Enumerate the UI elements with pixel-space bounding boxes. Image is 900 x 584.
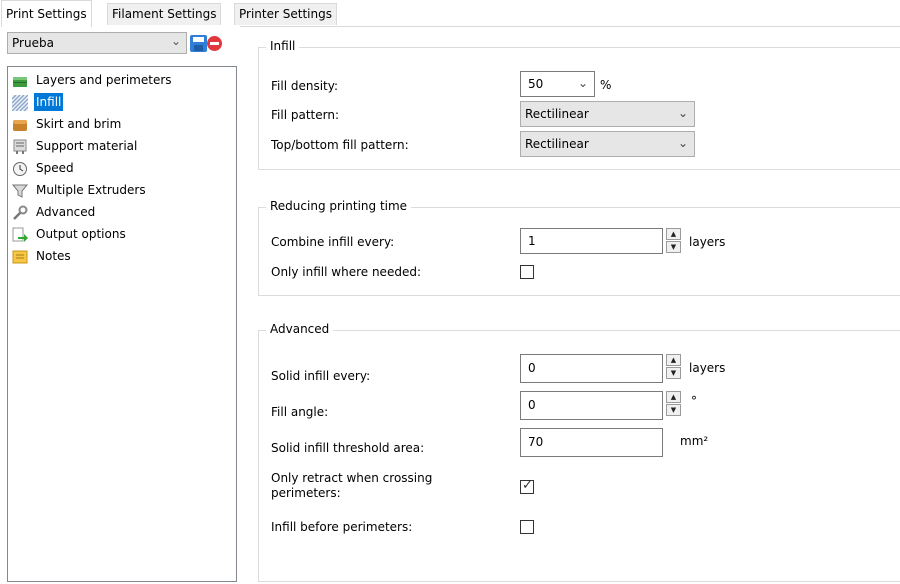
layers-icon (13, 77, 27, 87)
solid-infill-every-spinner[interactable]: ▲ ▼ (666, 354, 681, 380)
support-material-icon (13, 139, 27, 154)
chevron-down-icon: ⌄ (577, 76, 588, 90)
group-title-advanced: Advanced (266, 322, 334, 336)
combine-infill-label: Combine infill every: (271, 235, 395, 249)
wrench-icon (13, 205, 28, 220)
tree-item-label: Output options (36, 227, 126, 241)
reducing-printing-time-group: Reducing printing time Combine infill ev… (258, 199, 900, 296)
output-arrow-icon (12, 227, 28, 242)
infill-icon (12, 95, 28, 111)
spin-up-icon[interactable]: ▲ (666, 354, 681, 366)
spin-down-icon[interactable]: ▼ (666, 367, 681, 379)
chevron-down-icon: ⌄ (677, 106, 688, 120)
fill-density-combo[interactable]: 50 ⌄ (520, 71, 595, 97)
solid-infill-threshold-input[interactable]: 70 (520, 428, 663, 457)
group-title-reducing-printing-time: Reducing printing time (266, 199, 412, 213)
combine-infill-value: 1 (528, 234, 536, 248)
solid-infill-every-input[interactable]: 0 (520, 354, 663, 383)
fill-angle-label: Fill angle: (271, 405, 329, 419)
settings-category-tree: Layers and perimeters Infill Skirt and b… (7, 66, 237, 582)
fill-pattern-select[interactable]: Rectilinear ⌄ (520, 101, 695, 127)
fill-density-unit: % (600, 78, 612, 92)
advanced-group: Advanced Solid infill every: 0 ▲ ▼ layer… (258, 322, 900, 582)
only-retract-crossing-perimeters-checkbox[interactable]: ✓ (520, 478, 534, 494)
top-bottom-fill-pattern-label: Top/bottom fill pattern: (271, 138, 409, 152)
solid-infill-every-label: Solid infill every: (271, 369, 371, 383)
tree-item-label: Layers and perimeters (36, 73, 172, 87)
fill-angle-input[interactable]: 0 (520, 391, 663, 420)
solid-infill-threshold-value: 70 (528, 435, 544, 449)
save-preset-icon[interactable] (190, 35, 207, 52)
solid-infill-every-value: 0 (528, 361, 536, 375)
solid-infill-threshold-label: Solid infill threshold area: (271, 441, 425, 455)
fill-angle-spinner[interactable]: ▲ ▼ (666, 391, 681, 417)
spin-down-icon[interactable]: ▼ (666, 241, 681, 253)
only-infill-where-needed-checkbox[interactable] (520, 265, 534, 279)
spin-up-icon[interactable]: ▲ (666, 391, 681, 403)
fill-pattern-label: Fill pattern: (271, 108, 339, 122)
top-bottom-fill-pattern-select[interactable]: Rectilinear ⌄ (520, 131, 695, 157)
tab-printer-settings[interactable]: Printer Settings (234, 3, 337, 25)
speed-clock-icon (13, 162, 27, 176)
tree-item-label: Advanced (36, 205, 96, 219)
spin-up-icon[interactable]: ▲ (666, 228, 681, 240)
group-title-infill: Infill (266, 39, 300, 53)
combine-infill-input[interactable]: 1 (520, 228, 663, 254)
skirt-brim-icon (13, 120, 27, 131)
left-pane: Prueba ⌄ Layers and perimeters Infill Sk… (0, 26, 240, 584)
only-infill-where-needed-label: Only infill where needed: (271, 265, 421, 279)
fill-density-label: Fill density: (271, 79, 339, 93)
settings-pane: Infill Fill density: 50 ⌄ % Fill pattern… (240, 26, 900, 584)
fill-angle-unit: ° (691, 394, 697, 408)
infill-before-perimeters-checkbox[interactable] (520, 520, 534, 534)
infill-group: Infill Fill density: 50 ⌄ % Fill pattern… (258, 39, 900, 170)
infill-before-perimeters-label: Infill before perimeters: (271, 520, 413, 534)
tab-print-settings[interactable]: Print Settings (1, 0, 92, 27)
funnel-icon (12, 184, 28, 198)
preset-value: Prueba (12, 36, 54, 50)
checkmark-icon: ✓ (522, 478, 533, 493)
delete-preset-icon[interactable] (207, 36, 222, 51)
notes-icon (12, 250, 28, 264)
fill-pattern-value: Rectilinear (525, 107, 589, 121)
tree-item-label: Skirt and brim (36, 117, 122, 131)
tree-item-label: Support material (36, 139, 138, 153)
preset-select[interactable]: Prueba ⌄ (7, 32, 187, 54)
combine-infill-unit: layers (689, 235, 726, 249)
chevron-down-icon: ⌄ (170, 34, 181, 48)
solid-infill-every-unit: layers (689, 361, 726, 375)
tree-item-label: Speed (36, 161, 74, 175)
only-retract-label-line1: Only retract when crossing (271, 471, 433, 485)
tree-item-label: Notes (36, 249, 71, 263)
tree-item-label: Infill (34, 93, 64, 111)
tree-item-label: Multiple Extruders (36, 183, 146, 197)
settings-tab-bar: Print Settings Filament Settings Printer… (0, 0, 900, 27)
fill-angle-value: 0 (528, 398, 536, 412)
fill-density-value: 50 (528, 77, 544, 91)
spin-down-icon[interactable]: ▼ (666, 404, 681, 416)
combine-infill-spinner[interactable]: ▲ ▼ (666, 228, 681, 254)
chevron-down-icon: ⌄ (677, 136, 688, 150)
tab-filament-settings[interactable]: Filament Settings (107, 3, 222, 25)
top-bottom-fill-pattern-value: Rectilinear (525, 137, 589, 151)
solid-infill-threshold-unit: mm² (680, 434, 709, 448)
only-retract-label-line2: perimeters: (271, 486, 341, 500)
